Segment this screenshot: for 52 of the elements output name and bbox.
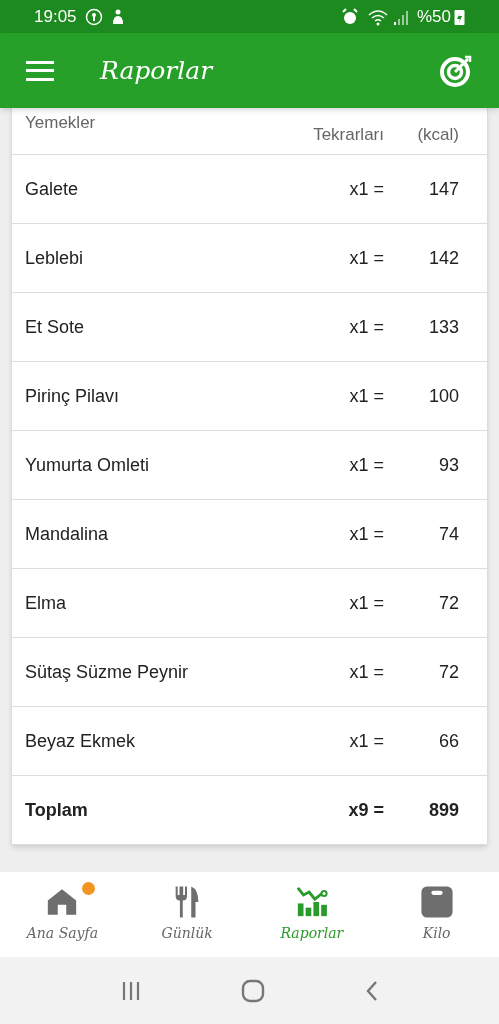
portion-cell-text: x1 = (349, 315, 384, 339)
calorie-cell-text: 93 (437, 453, 460, 477)
alarm-icon (340, 7, 359, 26)
nav-tab[interactable]: Günlük (124, 872, 250, 957)
calorie-cell-text: 72 (437, 660, 460, 684)
calorie-cell-text: 72 (437, 591, 460, 615)
fork-knife-icon (174, 885, 201, 919)
home-icon[interactable] (240, 978, 265, 1003)
target-button[interactable] (439, 53, 473, 88)
column-header: Tekrarları (313, 124, 384, 146)
battery-icon (454, 7, 465, 26)
calorie-cell-text: 133 (427, 315, 460, 339)
portion-cell-text: x1 = (349, 522, 384, 546)
nav-tab[interactable]: Ana Sayfa (0, 872, 125, 957)
food-name-cell-text: Beyaz Ekmek (25, 729, 137, 753)
portion-cell-text: x1 = (349, 660, 384, 684)
food-name-cell-text: Sütaş Süzme Peynir (25, 660, 190, 684)
column-header: (kcal) (416, 124, 460, 146)
food-name-cell-text: Leblebi (25, 246, 85, 270)
food-name-cell-text: Yumurta Omleti (25, 453, 151, 477)
food-name-cell-text: Et Sote (25, 315, 86, 339)
battery-percent: %50 (416, 5, 451, 28)
portion-cell-text: x1 = (349, 246, 384, 270)
column-header: Yemekler (25, 112, 97, 134)
nav-tab[interactable]: Raporlar (249, 872, 375, 957)
food-name-cell-text: Pirinç Pilavı (25, 384, 121, 408)
chart-icon (294, 885, 329, 919)
clock: 19:05 (34, 5, 77, 28)
target-icon (439, 53, 473, 88)
calorie-cell-text: 142 (427, 246, 460, 270)
portion-cell-text: x1 = (349, 729, 384, 753)
food-name-cell-text: Toplam (25, 798, 89, 822)
menu-button[interactable] (26, 60, 54, 81)
calorie-cell-text: 66 (437, 729, 460, 753)
nav-tab[interactable]: Kilo (374, 872, 499, 957)
calorie-cell-text: 147 (427, 177, 460, 201)
key-icon (84, 7, 103, 26)
food-name-cell-text: Mandalina (25, 522, 110, 546)
calorie-cell-text: 74 (437, 522, 460, 546)
portion-cell-text: x1 = (349, 384, 384, 408)
portion-cell-text: x1 = (349, 453, 384, 477)
page-title: Raporlar (100, 54, 213, 87)
food-name-cell-text: Galete (25, 177, 80, 201)
food-name-cell-text: Elma (25, 591, 67, 615)
scale-icon (419, 885, 454, 919)
calorie-cell-text: 899 (427, 798, 460, 822)
wifi-icon (366, 7, 389, 26)
portion-cell-text: x1 = (349, 591, 384, 615)
portion-cell-text: x1 = (349, 177, 384, 201)
calorie-cell-text: 100 (427, 384, 460, 408)
figure-icon (110, 7, 125, 26)
portion-cell-text: x9 = (348, 798, 384, 822)
